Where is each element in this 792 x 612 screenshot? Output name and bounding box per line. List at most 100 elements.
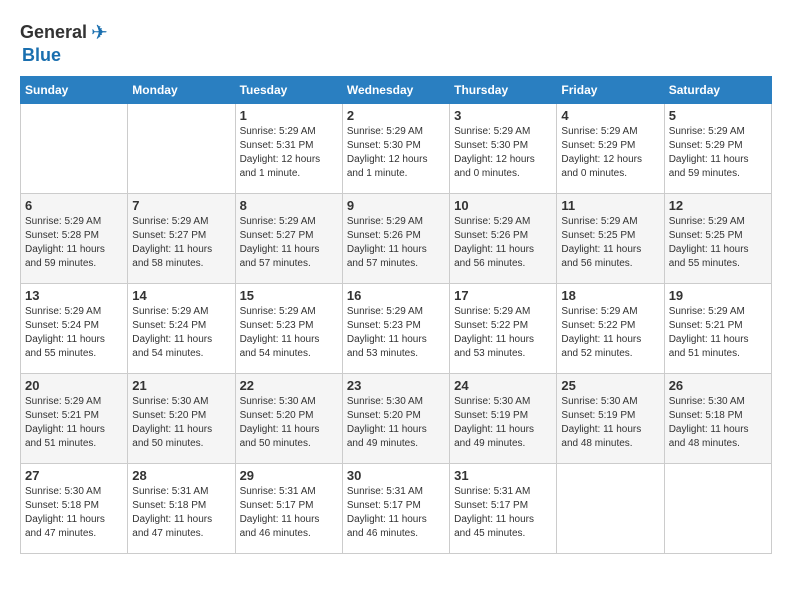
day-number: 14 — [132, 288, 230, 303]
calendar-cell: 16Sunrise: 5:29 AM Sunset: 5:23 PM Dayli… — [342, 284, 449, 374]
day-info: Sunrise: 5:29 AM Sunset: 5:24 PM Dayligh… — [132, 305, 230, 361]
day-number: 1 — [240, 108, 338, 123]
day-info: Sunrise: 5:31 AM Sunset: 5:17 PM Dayligh… — [347, 485, 445, 541]
day-number: 15 — [240, 288, 338, 303]
calendar-cell: 18 Sunrise: 5:29 AM Sunset: 5:22 PM Dayli… — [557, 284, 664, 374]
calendar-cell: 26Sunrise: 5:30 AM Sunset: 5:18 PM Dayli… — [664, 374, 771, 464]
calendar-cell: 4Sunrise: 5:29 AM Sunset: 5:29 PM Daylig… — [557, 104, 664, 194]
day-number: 28 — [132, 468, 230, 483]
weekday-header-sunday: Sunday — [21, 77, 128, 104]
day-info: Sunrise: 5:31 AM Sunset: 5:18 PM Dayligh… — [132, 485, 230, 541]
day-info: Sunrise: 5:31 AM Sunset: 5:17 PM Dayligh… — [240, 485, 338, 541]
weekday-header-thursday: Thursday — [450, 77, 557, 104]
weekday-header-monday: Monday — [128, 77, 235, 104]
calendar-cell — [128, 104, 235, 194]
calendar-cell: 21Sunrise: 5:30 AM Sunset: 5:20 PM Dayli… — [128, 374, 235, 464]
weekday-header-friday: Friday — [557, 77, 664, 104]
calendar-cell: 14 Sunrise: 5:29 AM Sunset: 5:24 PM Dayli… — [128, 284, 235, 374]
day-number: 17 — [454, 288, 552, 303]
weekday-header-wednesday: Wednesday — [342, 77, 449, 104]
weekday-header-tuesday: Tuesday — [235, 77, 342, 104]
day-info: Sunrise: 5:29 AM Sunset: 5:24 PM Dayligh… — [25, 305, 123, 361]
day-info: Sunrise: 5:29 AM Sunset: 5:22 PM Dayligh… — [561, 305, 659, 361]
day-number: 13 — [25, 288, 123, 303]
day-info: Sunrise: 5:30 AM Sunset: 5:19 PM Dayligh… — [454, 395, 552, 451]
calendar-cell: 3Sunrise: 5:29 AM Sunset: 5:30 PM Daylig… — [450, 104, 557, 194]
day-number: 6 — [25, 198, 123, 213]
weekday-header-saturday: Saturday — [664, 77, 771, 104]
day-info: Sunrise: 5:29 AM Sunset: 5:26 PM Dayligh… — [347, 215, 445, 271]
day-info: Sunrise: 5:29 AM Sunset: 5:21 PM Dayligh… — [669, 305, 767, 361]
day-number: 2 — [347, 108, 445, 123]
day-number: 30 — [347, 468, 445, 483]
calendar-cell: 15 Sunrise: 5:29 AM Sunset: 5:23 PM Dayli… — [235, 284, 342, 374]
day-info: Sunrise: 5:29 AM Sunset: 5:29 PM Dayligh… — [669, 125, 767, 181]
day-info: Sunrise: 5:29 AM Sunset: 5:26 PM Dayligh… — [454, 215, 552, 271]
logo: General ✈ Blue — [20, 20, 108, 66]
day-number: 21 — [132, 378, 230, 393]
day-number: 5 — [669, 108, 767, 123]
calendar-cell: 29 Sunrise: 5:31 AM Sunset: 5:17 PM Dayli… — [235, 464, 342, 554]
calendar-cell: 11 Sunrise: 5:29 AM Sunset: 5:25 PM Dayli… — [557, 194, 664, 284]
calendar-cell — [21, 104, 128, 194]
calendar-cell: 25 Sunrise: 5:30 AM Sunset: 5:19 PM Dayli… — [557, 374, 664, 464]
calendar-cell: 31Sunrise: 5:31 AM Sunset: 5:17 PM Dayli… — [450, 464, 557, 554]
day-number: 16 — [347, 288, 445, 303]
day-info: Sunrise: 5:29 AM Sunset: 5:25 PM Dayligh… — [561, 215, 659, 271]
day-number: 18 — [561, 288, 659, 303]
day-info: Sunrise: 5:29 AM Sunset: 5:25 PM Dayligh… — [669, 215, 767, 271]
day-info: Sunrise: 5:29 AM Sunset: 5:30 PM Dayligh… — [347, 125, 445, 181]
logo-blue-text: Blue — [22, 45, 61, 66]
day-info: Sunrise: 5:29 AM Sunset: 5:27 PM Dayligh… — [240, 215, 338, 271]
calendar-week-5: 27 Sunrise: 5:30 AM Sunset: 5:18 PM Dayli… — [21, 464, 772, 554]
header: General ✈ Blue — [20, 20, 772, 66]
day-number: 19 — [669, 288, 767, 303]
calendar-week-3: 13 Sunrise: 5:29 AM Sunset: 5:24 PM Dayli… — [21, 284, 772, 374]
day-number: 3 — [454, 108, 552, 123]
calendar-cell: 5 Sunrise: 5:29 AM Sunset: 5:29 PM Daylig… — [664, 104, 771, 194]
day-info: Sunrise: 5:29 AM Sunset: 5:21 PM Dayligh… — [25, 395, 123, 451]
day-info: Sunrise: 5:29 AM Sunset: 5:29 PM Dayligh… — [561, 125, 659, 181]
calendar-cell: 17 Sunrise: 5:29 AM Sunset: 5:22 PM Dayli… — [450, 284, 557, 374]
day-number: 8 — [240, 198, 338, 213]
calendar-cell: 10 Sunrise: 5:29 AM Sunset: 5:26 PM Dayli… — [450, 194, 557, 284]
day-number: 24 — [454, 378, 552, 393]
calendar-cell: 12 Sunrise: 5:29 AM Sunset: 5:25 PM Dayli… — [664, 194, 771, 284]
calendar-week-1: 1 Sunrise: 5:29 AM Sunset: 5:31 PM Daylig… — [21, 104, 772, 194]
day-number: 26 — [669, 378, 767, 393]
day-number: 29 — [240, 468, 338, 483]
day-info: Sunrise: 5:29 AM Sunset: 5:31 PM Dayligh… — [240, 125, 338, 181]
weekday-header-row: SundayMondayTuesdayWednesdayThursdayFrid… — [21, 77, 772, 104]
calendar-table: SundayMondayTuesdayWednesdayThursdayFrid… — [20, 76, 772, 554]
calendar-cell: 27 Sunrise: 5:30 AM Sunset: 5:18 PM Dayli… — [21, 464, 128, 554]
calendar-cell: 30 Sunrise: 5:31 AM Sunset: 5:17 PM Dayli… — [342, 464, 449, 554]
calendar-cell: 7 Sunrise: 5:29 AM Sunset: 5:27 PM Daylig… — [128, 194, 235, 284]
day-number: 12 — [669, 198, 767, 213]
day-number: 10 — [454, 198, 552, 213]
day-number: 11 — [561, 198, 659, 213]
calendar-cell: 6 Sunrise: 5:29 AM Sunset: 5:28 PM Daylig… — [21, 194, 128, 284]
day-info: Sunrise: 5:29 AM Sunset: 5:27 PM Dayligh… — [132, 215, 230, 271]
day-info: Sunrise: 5:30 AM Sunset: 5:18 PM Dayligh… — [25, 485, 123, 541]
day-number: 9 — [347, 198, 445, 213]
calendar-cell — [664, 464, 771, 554]
calendar-cell: 22Sunrise: 5:30 AM Sunset: 5:20 PM Dayli… — [235, 374, 342, 464]
calendar-cell: 28 Sunrise: 5:31 AM Sunset: 5:18 PM Dayli… — [128, 464, 235, 554]
day-info: Sunrise: 5:29 AM Sunset: 5:22 PM Dayligh… — [454, 305, 552, 361]
logo-bird-icon: ✈ — [91, 20, 108, 45]
calendar-cell: 9 Sunrise: 5:29 AM Sunset: 5:26 PM Daylig… — [342, 194, 449, 284]
day-info: Sunrise: 5:29 AM Sunset: 5:28 PM Dayligh… — [25, 215, 123, 271]
day-info: Sunrise: 5:29 AM Sunset: 5:23 PM Dayligh… — [240, 305, 338, 361]
day-info: Sunrise: 5:30 AM Sunset: 5:19 PM Dayligh… — [561, 395, 659, 451]
calendar-cell: 20Sunrise: 5:29 AM Sunset: 5:21 PM Dayli… — [21, 374, 128, 464]
calendar-cell: 19 Sunrise: 5:29 AM Sunset: 5:21 PM Dayli… — [664, 284, 771, 374]
day-number: 7 — [132, 198, 230, 213]
day-number: 27 — [25, 468, 123, 483]
calendar-cell: 8 Sunrise: 5:29 AM Sunset: 5:27 PM Daylig… — [235, 194, 342, 284]
calendar-cell — [557, 464, 664, 554]
calendar-cell: 23Sunrise: 5:30 AM Sunset: 5:20 PM Dayli… — [342, 374, 449, 464]
day-number: 23 — [347, 378, 445, 393]
calendar-cell: 24 Sunrise: 5:30 AM Sunset: 5:19 PM Dayli… — [450, 374, 557, 464]
day-number: 25 — [561, 378, 659, 393]
logo-general-text: General — [20, 22, 87, 43]
